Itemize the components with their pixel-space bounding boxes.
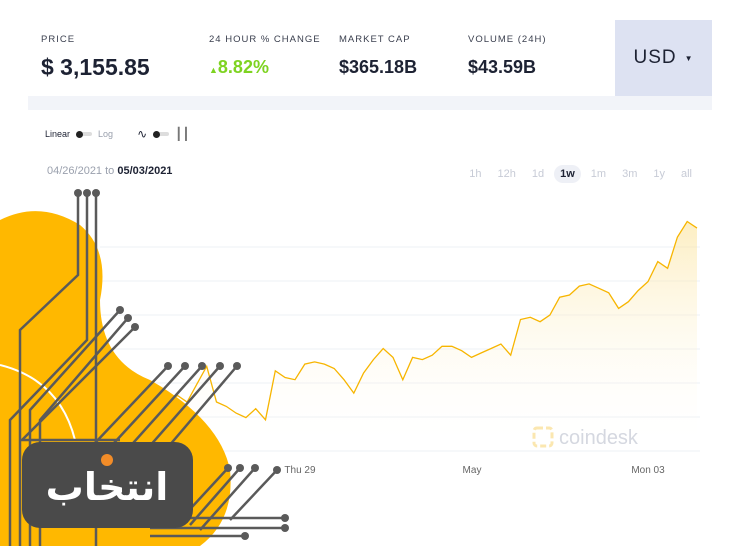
svg-text:coindesk: coindesk: [559, 427, 639, 449]
x-tick-label: Mon 03: [631, 465, 665, 476]
x-tick-label: May: [463, 465, 482, 476]
price-area: [40, 221, 697, 451]
price-chart: Thu 29 May Mon 03 coindesk: [39, 220, 700, 476]
x-tick-label: Thu 29: [284, 465, 316, 476]
